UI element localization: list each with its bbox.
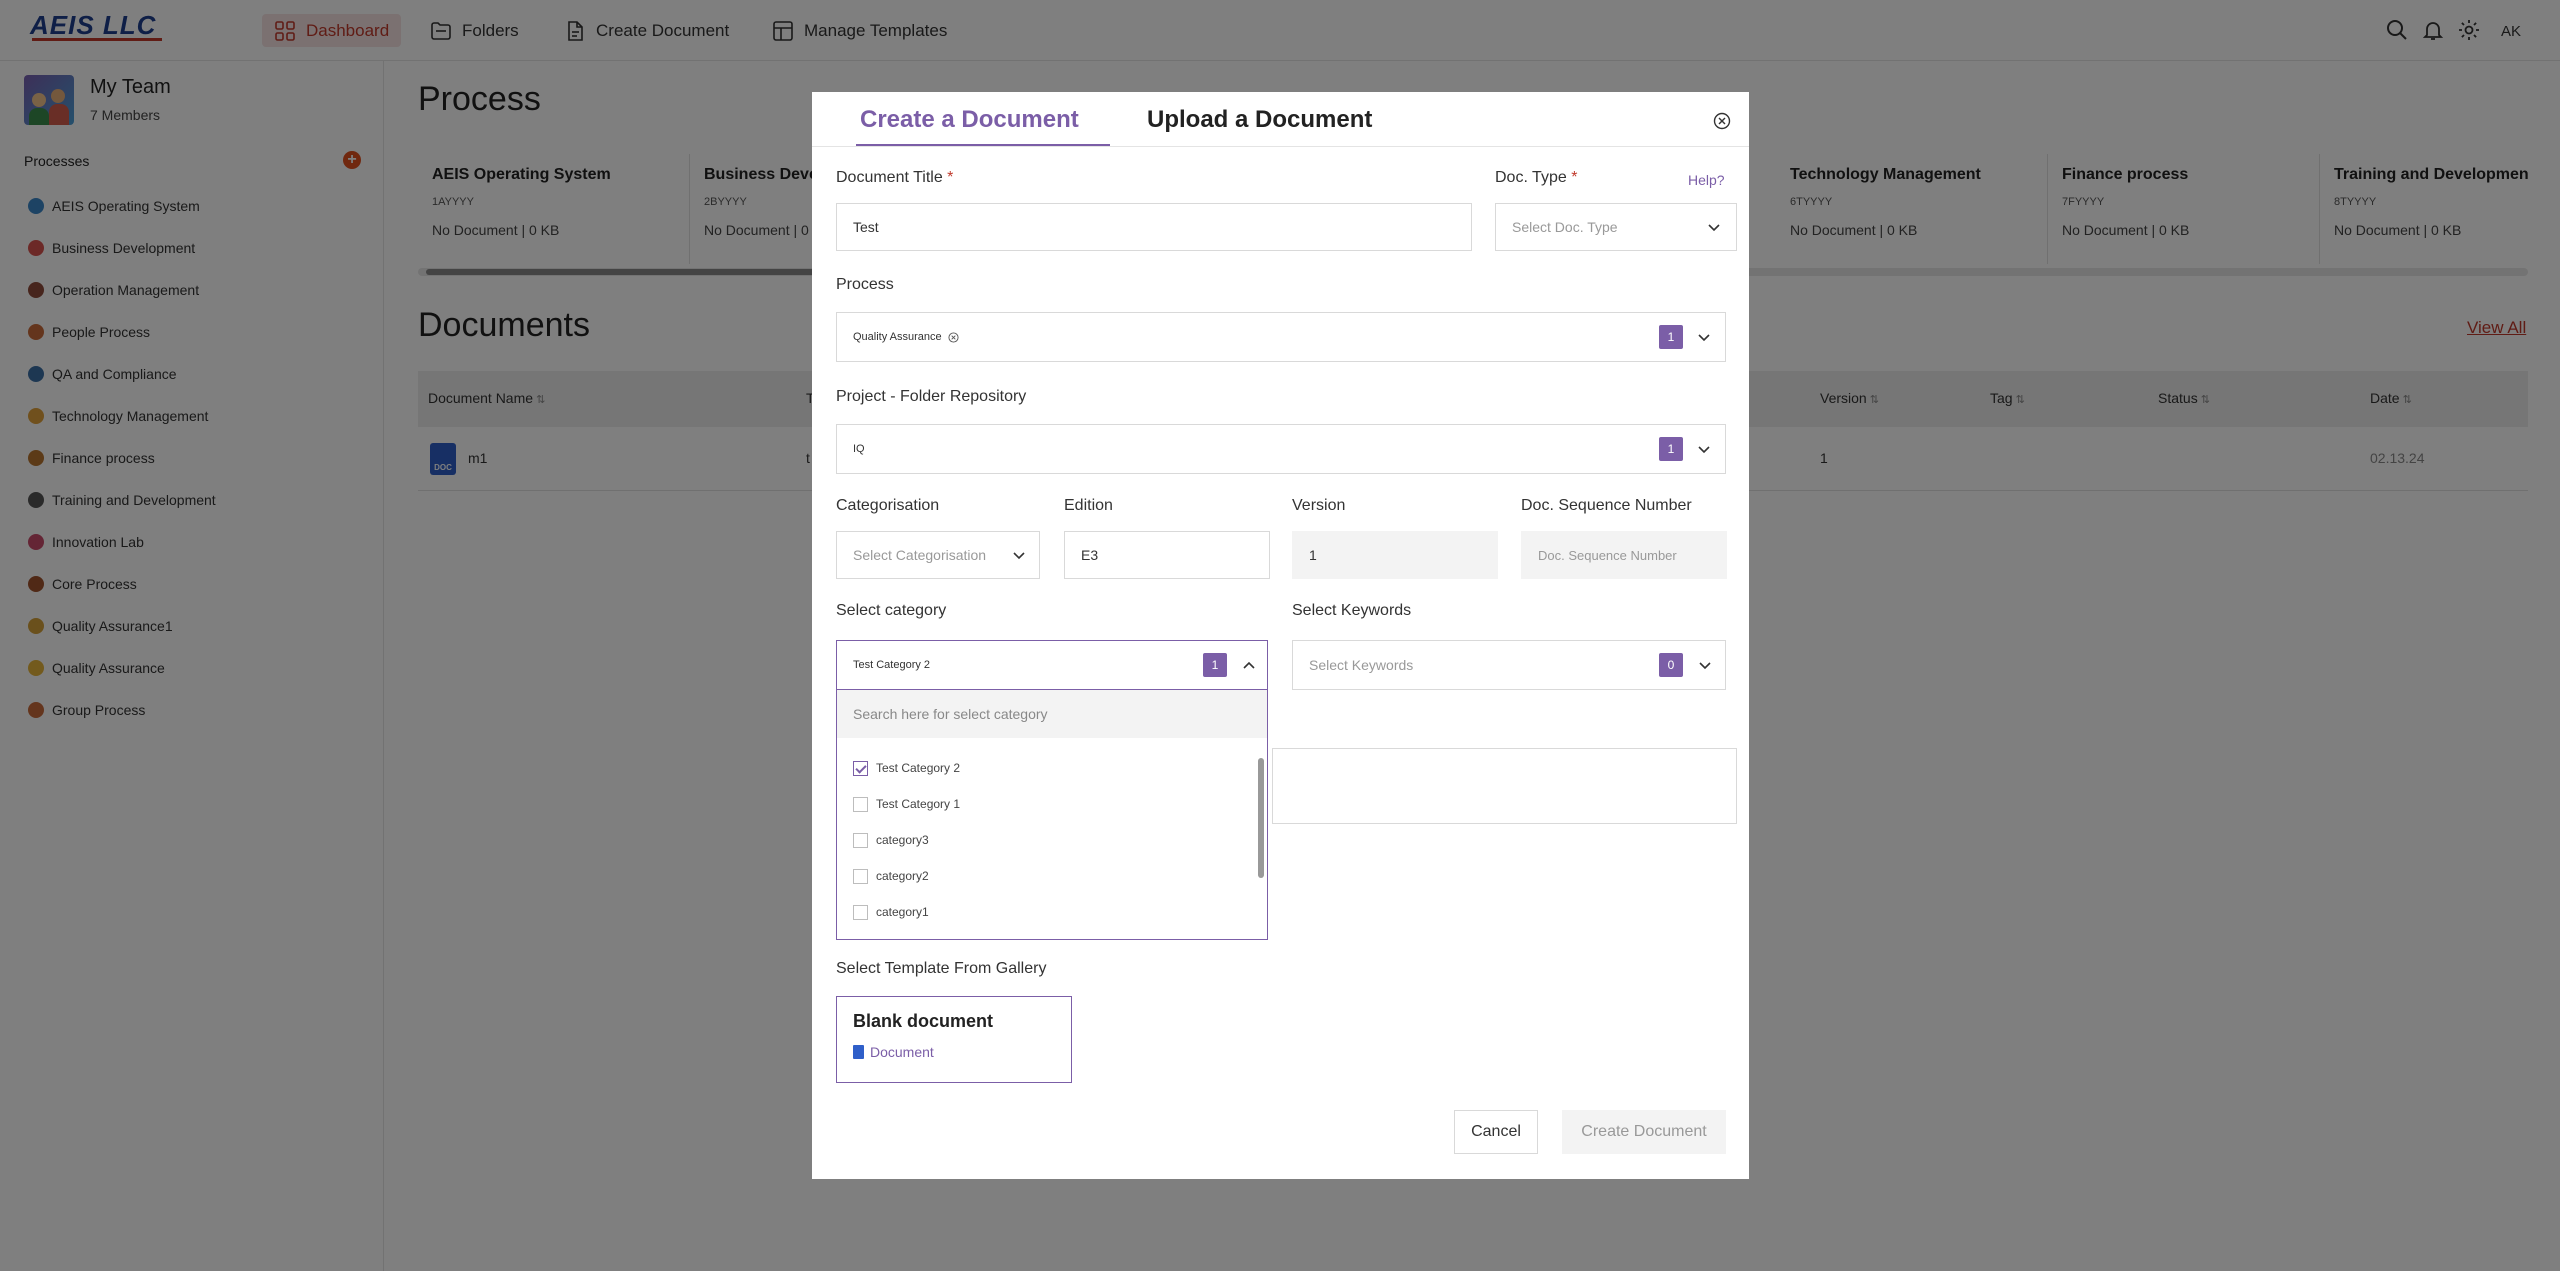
- selected-chip: Test Category 2: [853, 659, 930, 671]
- category-option[interactable]: Test Category 2: [853, 758, 960, 778]
- selected-count-badge: 0: [1659, 653, 1683, 677]
- select-placeholder: Select Doc. Type: [1512, 219, 1618, 235]
- template-gallery-label: Select Template From Gallery: [836, 960, 1047, 977]
- chevron-down-icon: [1708, 224, 1720, 232]
- checkbox[interactable]: [853, 796, 868, 812]
- process-label: Process: [836, 276, 894, 293]
- help-link[interactable]: Help?: [1688, 172, 1725, 188]
- version-input[interactable]: 1: [1292, 531, 1498, 579]
- checkbox[interactable]: [853, 868, 868, 884]
- category-option[interactable]: category1: [853, 902, 929, 922]
- tab-upload-document[interactable]: Upload a Document: [1147, 106, 1372, 134]
- keywords-select[interactable]: Select Keywords 0: [1292, 640, 1726, 690]
- document-title-input[interactable]: Test: [836, 203, 1472, 251]
- selected-count-badge: 1: [1203, 653, 1227, 677]
- option-label: Test Category 1: [876, 797, 961, 811]
- project-folder-label: Project - Folder Repository: [836, 388, 1027, 405]
- checkbox[interactable]: [853, 904, 868, 920]
- selected-count-badge: 1: [1659, 325, 1683, 349]
- selected-count-badge: 1: [1659, 437, 1683, 461]
- chevron-down-icon: [1699, 662, 1711, 670]
- chip-label: Test Category 2: [853, 659, 931, 671]
- category-option[interactable]: Test Category 1: [853, 794, 960, 814]
- categorisation-select[interactable]: Select Categorisation: [836, 531, 1040, 579]
- create-document-modal: Create a Document Upload a Document Docu…: [812, 92, 1749, 1179]
- option-label: Test Category 2: [876, 761, 961, 775]
- select-keywords-label: Select Keywords: [1292, 602, 1412, 619]
- edition-input[interactable]: E3: [1064, 531, 1270, 579]
- chevron-down-icon: [1013, 552, 1025, 560]
- template-title: Blank document: [853, 1011, 994, 1031]
- checkbox[interactable]: [853, 760, 868, 776]
- version-label: Version: [1292, 497, 1346, 514]
- tab-divider: [812, 146, 1749, 147]
- chevron-down-icon: [1698, 334, 1710, 342]
- document-title-label: Document Title *: [836, 169, 954, 186]
- dropdown-scrollbar[interactable]: [1257, 750, 1265, 938]
- categorisation-label: Categorisation: [836, 497, 940, 514]
- option-label: category3: [876, 833, 929, 847]
- edition-label: Edition: [1064, 497, 1113, 514]
- option-label: category1: [876, 905, 929, 919]
- template-type: Document: [870, 1044, 934, 1060]
- remove-chip-icon[interactable]: [948, 331, 959, 343]
- project-folder-select[interactable]: IQ 1: [836, 424, 1726, 474]
- template-card-blank[interactable]: Blank document Document: [836, 996, 1072, 1083]
- create-document-button[interactable]: Create Document: [1562, 1110, 1726, 1154]
- cancel-button[interactable]: Cancel: [1454, 1110, 1538, 1154]
- chip-label: Quality Assurance: [853, 331, 942, 343]
- process-select[interactable]: Quality Assurance 1: [836, 312, 1726, 362]
- checkbox[interactable]: [853, 832, 868, 848]
- template-subtitle: Document: [853, 1044, 1055, 1060]
- tab-create-document[interactable]: Create a Document: [860, 106, 1079, 134]
- selected-chip: Quality Assurance: [853, 331, 959, 343]
- chip-label: IQ: [853, 443, 865, 455]
- select-placeholder: Select Categorisation: [853, 547, 987, 563]
- label-text: Doc. Type: [1495, 169, 1567, 186]
- doc-type-label: Doc. Type *: [1495, 169, 1578, 186]
- category-search-input[interactable]: Search here for select category: [837, 690, 1267, 738]
- description-textarea[interactable]: [1272, 748, 1737, 824]
- selected-chip: IQ: [853, 443, 865, 455]
- category-option[interactable]: category3: [853, 830, 929, 850]
- select-placeholder: Select Keywords: [1309, 657, 1414, 673]
- doc-type-select[interactable]: Select Doc. Type: [1495, 203, 1737, 251]
- chevron-down-icon: [1698, 446, 1710, 454]
- category-option[interactable]: category2: [853, 866, 929, 886]
- label-text: Document Title: [836, 169, 943, 186]
- close-icon[interactable]: [1713, 112, 1731, 130]
- select-category-label: Select category: [836, 602, 947, 619]
- doc-file-icon: [853, 1045, 864, 1059]
- option-label: category2: [876, 869, 929, 883]
- category-dropdown: Search here for select category Test Cat…: [836, 690, 1268, 940]
- active-tab-indicator: [856, 144, 1110, 146]
- chevron-up-icon: [1243, 661, 1255, 669]
- sequence-number-input[interactable]: Doc. Sequence Number: [1521, 531, 1727, 579]
- sequence-number-label: Doc. Sequence Number: [1521, 497, 1692, 514]
- category-select[interactable]: Test Category 2 1: [836, 640, 1268, 690]
